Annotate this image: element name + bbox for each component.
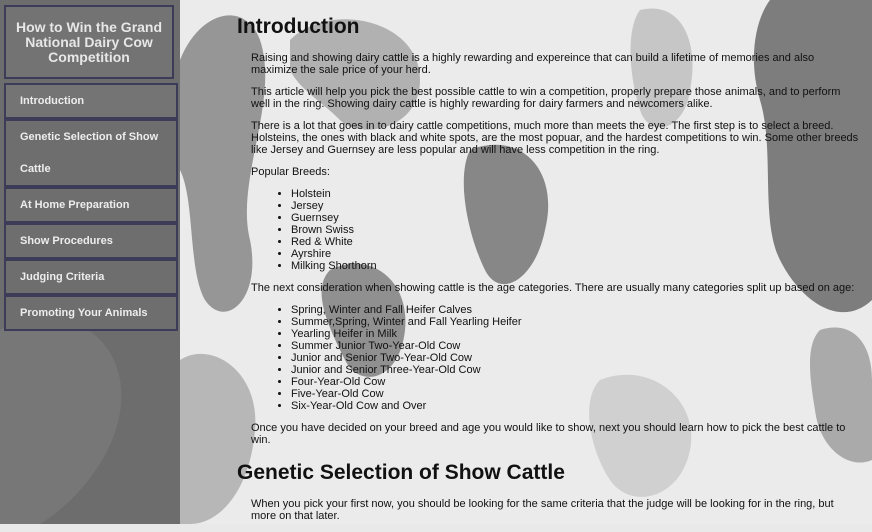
list-item: Red & White (291, 236, 861, 248)
nav-item-promoting-your-animals[interactable]: Promoting Your Animals (4, 295, 178, 331)
list-item: Holstein (291, 188, 861, 200)
list-item: Summer,Spring, Winter and Fall Yearling … (291, 316, 861, 328)
closing-intro-paragraph: Once you have decided on your breed and … (251, 422, 846, 446)
breeds-list: Holstein Jersey Guernsey Brown Swiss Red… (251, 188, 861, 272)
list-item: Junior and Senior Three-Year-Old Cow (291, 364, 861, 376)
list-item: Six-Year-Old Cow and Over (291, 400, 861, 412)
intro-paragraph-1: Raising and showing dairy cattle is a hi… (251, 52, 815, 76)
sidebar: How to Win the Grand National Dairy Cow … (0, 0, 180, 524)
intro-paragraph-3: There is a lot that goes in to dairy cat… (251, 120, 859, 156)
list-item: Four-Year-Old Cow (291, 376, 861, 388)
list-item: Summer Junior Two-Year-Old Cow (291, 340, 861, 352)
list-item: Jersey (291, 200, 861, 212)
list-item: Spring, Winter and Fall Heifer Calves (291, 304, 861, 316)
heading-introduction: Introduction (237, 15, 360, 38)
main-content: Introduction Raising and showing dairy c… (237, 14, 861, 532)
heading-genetic-selection: Genetic Selection of Show Cattle (237, 461, 565, 484)
popular-breeds-label: Popular Breeds: (251, 166, 330, 178)
list-item: Brown Swiss (291, 224, 861, 236)
list-item: Ayrshire (291, 248, 861, 260)
list-item: Junior and Senior Two-Year-Old Cow (291, 352, 861, 364)
nav-item-at-home-preparation[interactable]: At Home Preparation (4, 187, 178, 223)
nav-item-judging-criteria[interactable]: Judging Criteria (4, 259, 178, 295)
list-item: Milking Shorthorn (291, 260, 861, 272)
list-item: Five-Year-Old Cow (291, 388, 861, 400)
age-categories-list: Spring, Winter and Fall Heifer Calves Su… (251, 304, 861, 412)
genetic-paragraph-1: When you pick your first now, you should… (251, 498, 834, 522)
site-title[interactable]: How to Win the Grand National Dairy Cow … (4, 5, 174, 79)
nav-item-introduction[interactable]: Introduction (4, 83, 178, 119)
sidebar-nav: Introduction Genetic Selection of Show C… (4, 83, 178, 331)
nav-item-show-procedures[interactable]: Show Procedures (4, 223, 178, 259)
intro-paragraph-2: This article will help you pick the best… (251, 86, 841, 110)
list-item: Guernsey (291, 212, 861, 224)
nav-item-genetic-selection[interactable]: Genetic Selection of Show Cattle (4, 119, 178, 187)
age-categories-paragraph: The next consideration when showing catt… (251, 282, 855, 294)
list-item: Yearling Heifer in Milk (291, 328, 861, 340)
